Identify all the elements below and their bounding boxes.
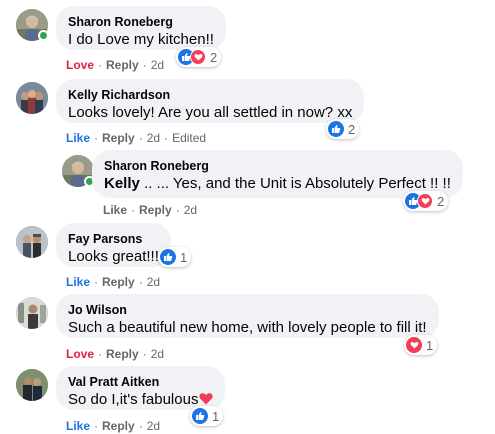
reactions-summary[interactable]: 2 <box>403 191 449 211</box>
reactions-count: 1 <box>426 337 434 353</box>
comment-actions: Like · Reply · 2d <box>66 275 161 289</box>
reactions-count: 1 <box>212 408 220 424</box>
comment-author[interactable]: Sharon Roneberg <box>104 158 451 174</box>
comment-author[interactable]: Sharon Roneberg <box>68 14 214 30</box>
comment-author[interactable]: Fay Parsons <box>68 231 159 247</box>
comment-text: So do I,it's fabulous <box>68 391 199 408</box>
comment-actions: Like · Reply · 2d <box>66 419 161 433</box>
comment-bubble: Fay Parsons Looks great!!! <box>56 223 171 267</box>
avatar[interactable] <box>16 226 48 258</box>
avatar[interactable] <box>16 297 48 329</box>
reactions-summary[interactable]: 1 <box>190 406 224 426</box>
edited-label[interactable]: Edited <box>172 131 206 145</box>
reactions-count: 2 <box>437 193 445 209</box>
avatar[interactable] <box>16 82 48 114</box>
reactions-summary[interactable]: 2 <box>326 119 360 139</box>
love-reaction-link[interactable]: Love <box>66 58 94 72</box>
comment-text: Looks great!!! <box>68 248 159 265</box>
comment-text: Looks lovely! Are you all settled in now… <box>68 104 353 121</box>
love-icon <box>406 337 422 353</box>
comment-bubble: Sharon Roneberg I do Love my kitchen!! <box>56 6 226 50</box>
like-icon <box>192 408 208 424</box>
comment-timestamp[interactable]: 2d <box>151 58 164 72</box>
avatar[interactable] <box>16 369 48 401</box>
like-reaction-link[interactable]: Like <box>66 419 90 433</box>
love-icon <box>190 49 206 65</box>
reactions-count: 2 <box>348 121 356 137</box>
comment-text: .. ... Yes, and the Unit is Absolutely P… <box>139 175 451 192</box>
reply-link[interactable]: Reply <box>102 419 135 433</box>
comment-bubble: Sharon Roneberg Kelly .. ... Yes, and th… <box>92 150 463 198</box>
comment-actions: Love · Reply · 2d <box>66 347 165 361</box>
reactions-count: 1 <box>180 249 188 265</box>
comment-author[interactable]: Jo Wilson <box>68 302 427 318</box>
heart-emoji-icon <box>199 393 214 405</box>
comment-timestamp[interactable]: 2d <box>147 275 160 289</box>
comment-timestamp[interactable]: 2d <box>184 203 197 217</box>
comment-timestamp[interactable]: 2d <box>147 131 160 145</box>
comment-actions: Like · Reply · 2d · Edited <box>66 131 207 145</box>
like-reaction-link[interactable]: Like <box>66 275 90 289</box>
reactions-summary[interactable]: 1 <box>404 335 438 355</box>
reply-link[interactable]: Reply <box>106 347 139 361</box>
comment-bubble: Jo Wilson Such a beautiful new home, wit… <box>56 294 439 338</box>
comment-bubble: Kelly Richardson Looks lovely! Are you a… <box>56 79 365 123</box>
comment-bubble: Val Pratt Aitken So do I,it's fabulous <box>56 366 226 410</box>
reactions-count: 2 <box>210 49 218 65</box>
love-reaction-link[interactable]: Love <box>66 347 94 361</box>
reactions-summary[interactable]: 1 <box>158 247 192 267</box>
like-icon <box>328 121 344 137</box>
love-icon <box>417 193 433 209</box>
like-reaction-link[interactable]: Like <box>66 131 90 145</box>
comment-timestamp[interactable]: 2d <box>151 347 164 361</box>
comment-author[interactable]: Kelly Richardson <box>68 87 352 103</box>
comment-actions: Love · Reply · 2d <box>66 58 165 72</box>
reply-link[interactable]: Reply <box>102 131 135 145</box>
reply-link[interactable]: Reply <box>102 275 135 289</box>
online-status-icon <box>38 30 49 41</box>
reactions-summary[interactable]: 2 <box>176 47 222 67</box>
reply-link[interactable]: Reply <box>139 203 172 217</box>
comment-actions: Like · Reply · 2d <box>103 203 198 217</box>
comment-timestamp[interactable]: 2d <box>147 419 160 433</box>
comment-author[interactable]: Val Pratt Aitken <box>68 374 213 390</box>
comment-text: Such a beautiful new home, with lovely p… <box>68 319 427 336</box>
like-icon <box>160 249 176 265</box>
like-reaction-link[interactable]: Like <box>103 203 127 217</box>
mention-link[interactable]: Kelly <box>104 175 140 192</box>
reply-link[interactable]: Reply <box>106 58 139 72</box>
